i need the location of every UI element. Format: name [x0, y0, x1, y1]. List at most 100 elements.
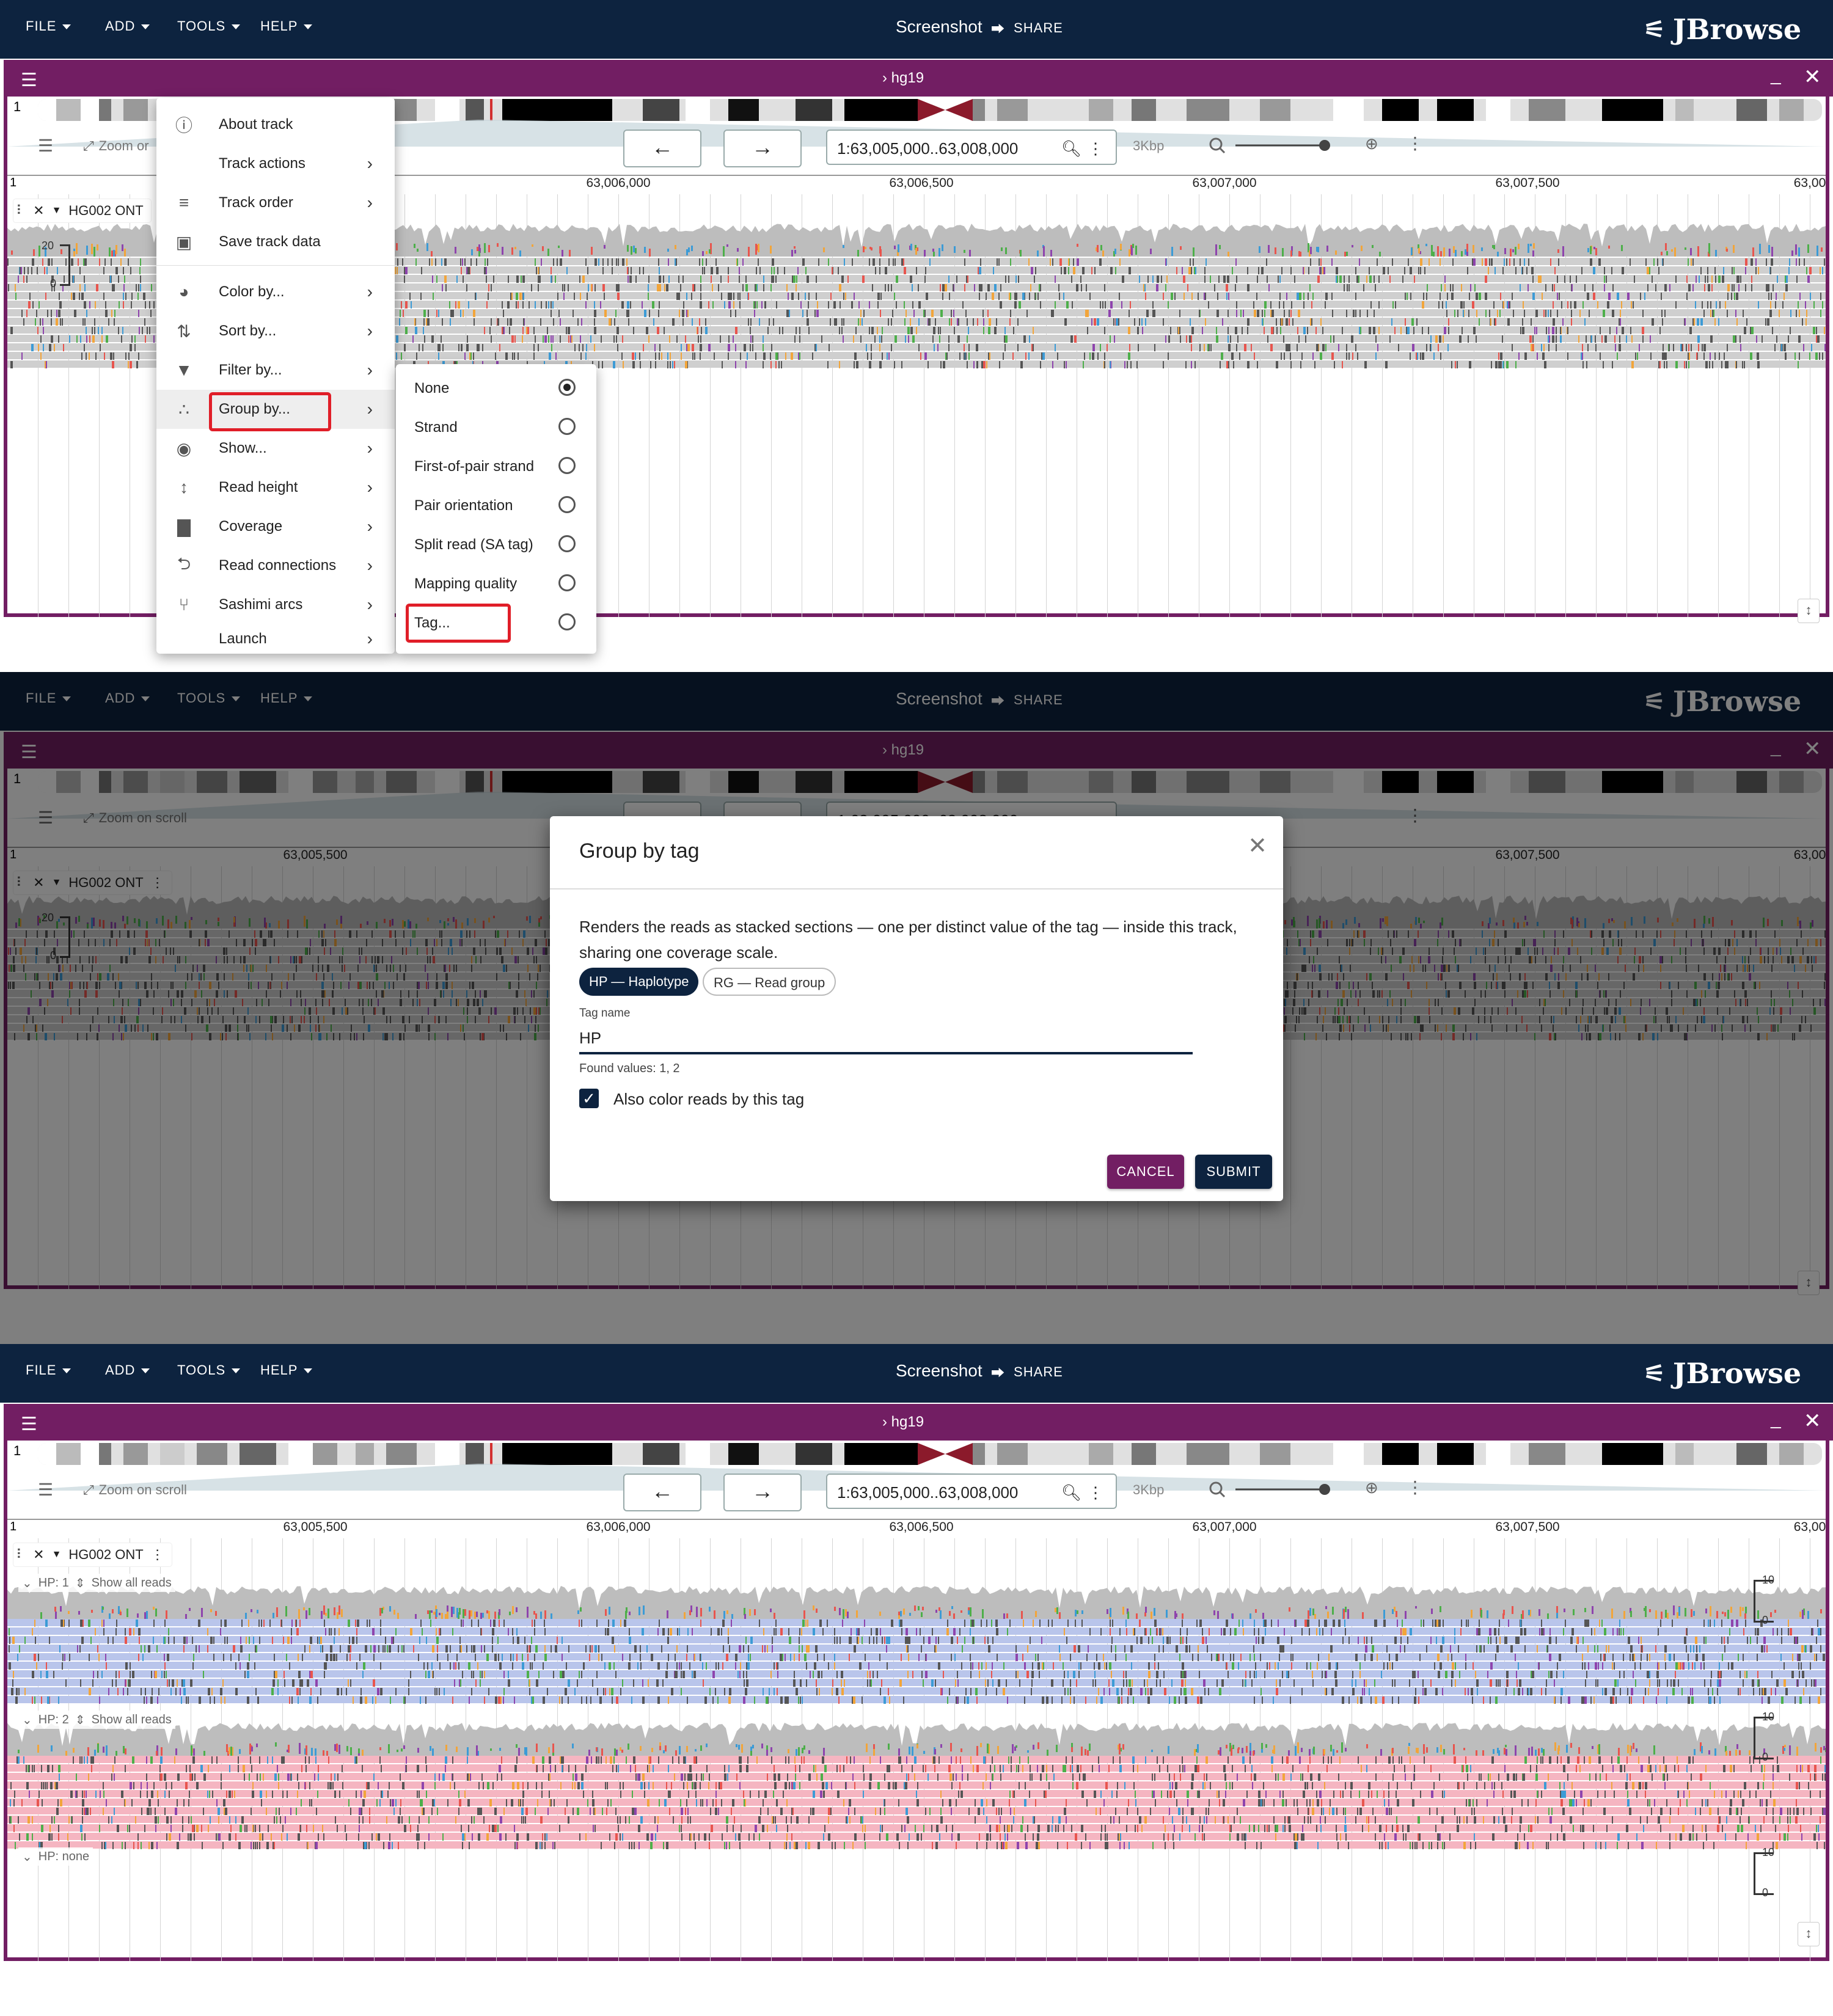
- search-icon[interactable]: 🔍︎: [1061, 131, 1081, 166]
- tag-name-input[interactable]: HP: [579, 1024, 1193, 1054]
- read-row[interactable]: [7, 1756, 1826, 1764]
- menu-item-launch[interactable]: Launch ›: [156, 624, 395, 654]
- read-row[interactable]: [7, 1816, 1826, 1824]
- track-label[interactable]: ⠇ ✕ ▼ HG002 ONT ⋮: [13, 1543, 172, 1566]
- submit-button[interactable]: SUBMIT: [1195, 1155, 1272, 1189]
- read-row[interactable]: [7, 1824, 1826, 1832]
- drag-handle-icon[interactable]: ⠇: [16, 203, 26, 219]
- location-menu-icon[interactable]: ⋮: [1088, 131, 1103, 166]
- color-by-tag-label[interactable]: Also color reads by this tag: [613, 1090, 804, 1109]
- radio-icon[interactable]: [558, 496, 576, 513]
- menu-item-read-connections[interactable]: ⮌ Read connections ›: [156, 546, 395, 585]
- menu-item-track-order[interactable]: ≡ Track order ›: [156, 183, 395, 222]
- menu-item-sashimi-arcs[interactable]: ⑂ Sashimi arcs ›: [156, 585, 395, 624]
- minimize-icon[interactable]: _: [1771, 1409, 1781, 1430]
- menu-item-track-actions[interactable]: Track actions ›: [156, 144, 395, 183]
- search-icon[interactable]: 🔍︎: [1061, 1475, 1081, 1510]
- zoom-slider[interactable]: [1209, 1481, 1355, 1499]
- radio-icon[interactable]: [558, 613, 576, 630]
- read-row[interactable]: [7, 1807, 1826, 1815]
- read-row[interactable]: [7, 1627, 1826, 1635]
- menu-help[interactable]: HELP: [260, 18, 313, 34]
- menu-item-about-track[interactable]: ⓘ About track: [156, 105, 395, 144]
- group-option-pair-orientation[interactable]: Pair orientation: [396, 486, 596, 525]
- scroll-left-button[interactable]: ←: [623, 1474, 701, 1511]
- scroll-right-button[interactable]: →: [723, 1474, 802, 1511]
- menu-item-show[interactable]: ◉ Show... ›: [156, 429, 395, 468]
- track-selector-icon[interactable]: ☰: [38, 136, 53, 156]
- color-by-tag-checkbox[interactable]: ✓: [579, 1089, 599, 1108]
- read-row[interactable]: [7, 1781, 1826, 1789]
- group-header-hp1[interactable]: ⌄ HP: 1 ⇕ Show all reads: [18, 1574, 175, 1592]
- group-option-mapping-quality[interactable]: Mapping quality: [396, 564, 596, 604]
- read-row[interactable]: [7, 1841, 1826, 1849]
- menu-item-color-by[interactable]: ◕ Color by... ›: [156, 272, 395, 312]
- close-track-icon[interactable]: ✕: [33, 1547, 44, 1563]
- menu-item-save-track-data[interactable]: ▣ Save track data: [156, 222, 395, 261]
- cancel-button[interactable]: CANCEL: [1107, 1155, 1184, 1189]
- zoom-on-scroll-toggle[interactable]: ⤢Zoom on scroll: [83, 1482, 187, 1498]
- menu-add[interactable]: ADD: [105, 1362, 150, 1378]
- expand-icon[interactable]: ⇕: [75, 1576, 86, 1591]
- menu-item-read-height[interactable]: ↕ Read height ›: [156, 468, 395, 507]
- chevron-down-icon[interactable]: ⌄: [22, 1712, 32, 1728]
- read-row[interactable]: [7, 1696, 1826, 1704]
- radio-icon[interactable]: [558, 574, 576, 591]
- track-label[interactable]: ⠇ ✕ ▼ HG002 ONT: [13, 199, 151, 222]
- resize-handle-icon[interactable]: ↕: [1798, 1922, 1820, 1946]
- show-all-reads-toggle[interactable]: Show all reads: [92, 1713, 172, 1727]
- read-row[interactable]: [7, 1764, 1826, 1772]
- read-row[interactable]: [7, 1799, 1826, 1806]
- location-menu-icon[interactable]: ⋮: [1088, 1475, 1103, 1510]
- group-header-hp-none[interactable]: ⌄ HP: none: [18, 1847, 93, 1866]
- menu-help[interactable]: HELP: [260, 1362, 313, 1378]
- group-option-strand[interactable]: Strand: [396, 408, 596, 447]
- view-menu-icon[interactable]: ☰: [21, 70, 37, 91]
- location-input[interactable]: 1:63,005,000..63,008,000 🔍︎ ⋮: [826, 1474, 1117, 1509]
- chip-rg-read-group[interactable]: RG — Read group: [703, 968, 836, 996]
- menu-item-coverage[interactable]: ▇ Coverage ›: [156, 507, 395, 546]
- zoom-in-icon[interactable]: ⊕: [1365, 1478, 1378, 1497]
- read-row[interactable]: [7, 1833, 1826, 1841]
- read-row[interactable]: [7, 1790, 1826, 1798]
- menu-tools[interactable]: TOOLS: [177, 18, 241, 34]
- menu-add[interactable]: ADD: [105, 18, 150, 34]
- group-header-hp2[interactable]: ⌄ HP: 2 ⇕ Show all reads: [18, 1711, 175, 1729]
- view-menu-icon[interactable]: ☰: [21, 1414, 37, 1435]
- chevron-down-icon[interactable]: ⌄: [22, 1576, 32, 1591]
- read-row[interactable]: [7, 1662, 1826, 1670]
- close-icon[interactable]: ✕: [1248, 832, 1267, 860]
- minimize-icon[interactable]: _: [1771, 65, 1781, 86]
- close-view-icon[interactable]: ✕: [1804, 1409, 1821, 1433]
- radio-icon[interactable]: [558, 535, 576, 552]
- read-row[interactable]: [7, 1679, 1827, 1687]
- read-row[interactable]: [7, 1653, 1826, 1661]
- read-row[interactable]: [7, 1645, 1826, 1653]
- drag-handle-icon[interactable]: ⠇: [16, 1547, 26, 1563]
- menu-file[interactable]: FILE: [26, 18, 71, 34]
- show-all-reads-toggle[interactable]: Show all reads: [92, 1576, 172, 1590]
- zoom-on-scroll-toggle[interactable]: ⤢ Zoom or: [83, 138, 149, 154]
- track-menu-caret-icon[interactable]: ▼: [52, 205, 62, 216]
- read-row[interactable]: [7, 1636, 1826, 1644]
- read-row[interactable]: [7, 1773, 1826, 1781]
- zoom-slider[interactable]: [1209, 137, 1355, 155]
- radio-selected-icon[interactable]: [558, 379, 576, 396]
- menu-file[interactable]: FILE: [26, 1362, 71, 1378]
- share-button[interactable]: ⮕SHARE: [991, 15, 1063, 42]
- close-view-icon[interactable]: ✕: [1804, 65, 1821, 89]
- location-input[interactable]: 1:63,005,000..63,008,000 🔍︎ ⋮: [826, 130, 1117, 165]
- chip-hp-haplotype[interactable]: HP — Haplotype: [579, 968, 699, 996]
- menu-tools[interactable]: TOOLS: [177, 1362, 241, 1378]
- radio-icon[interactable]: [558, 418, 576, 435]
- track-menu-caret-icon[interactable]: ▼: [52, 1549, 62, 1560]
- resize-handle-icon[interactable]: ↕: [1798, 599, 1820, 623]
- track-options-icon[interactable]: ⋮: [151, 1547, 164, 1563]
- zoom-in-icon[interactable]: ⊕: [1365, 134, 1378, 153]
- ruler[interactable]: 1 63,005,500 63,006,000 63,006,500 63,00…: [7, 1519, 1826, 1539]
- menu-item-filter-by[interactable]: ▼ Filter by... ›: [156, 351, 395, 390]
- track-area[interactable]: ⠇ ✕ ▼ HG002 ONT ⋮ ⌄ HP: 1 ⇕ Show all reads …: [7, 1538, 1827, 1961]
- close-track-icon[interactable]: ✕: [33, 203, 44, 219]
- read-row[interactable]: [7, 1619, 1826, 1627]
- chevron-down-icon[interactable]: ⌄: [22, 1849, 32, 1864]
